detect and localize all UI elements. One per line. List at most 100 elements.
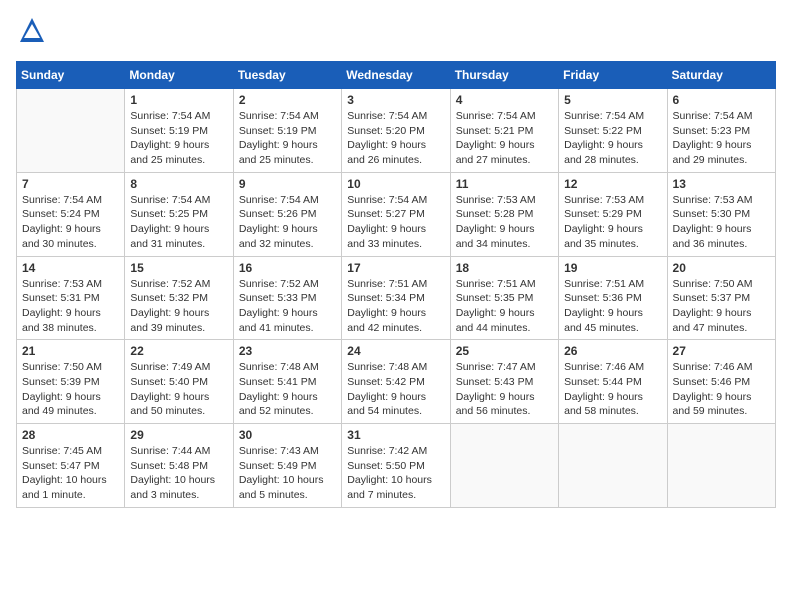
cell-info: Sunrise: 7:52 AMSunset: 5:33 PMDaylight:…	[239, 277, 336, 336]
calendar-cell: 4 Sunrise: 7:54 AMSunset: 5:21 PMDaylight…	[450, 89, 558, 173]
cell-day-number: 30	[239, 428, 336, 442]
calendar-cell: 19 Sunrise: 7:51 AMSunset: 5:36 PMDayligh…	[559, 256, 667, 340]
cell-day-number: 6	[673, 93, 770, 107]
cell-day-number: 12	[564, 177, 661, 191]
cell-day-number: 24	[347, 344, 444, 358]
cell-info: Sunrise: 7:54 AMSunset: 5:20 PMDaylight:…	[347, 109, 444, 168]
day-header-monday: Monday	[125, 62, 233, 89]
logo-icon	[18, 16, 46, 44]
calendar-cell: 30 Sunrise: 7:43 AMSunset: 5:49 PMDayligh…	[233, 424, 341, 508]
calendar-cell	[17, 89, 125, 173]
cell-info: Sunrise: 7:54 AMSunset: 5:27 PMDaylight:…	[347, 193, 444, 252]
logo-text	[16, 16, 46, 49]
cell-info: Sunrise: 7:54 AMSunset: 5:22 PMDaylight:…	[564, 109, 661, 168]
cell-info: Sunrise: 7:47 AMSunset: 5:43 PMDaylight:…	[456, 360, 553, 419]
cell-day-number: 25	[456, 344, 553, 358]
cell-info: Sunrise: 7:52 AMSunset: 5:32 PMDaylight:…	[130, 277, 227, 336]
calendar-cell: 25 Sunrise: 7:47 AMSunset: 5:43 PMDayligh…	[450, 340, 558, 424]
cell-info: Sunrise: 7:51 AMSunset: 5:36 PMDaylight:…	[564, 277, 661, 336]
cell-info: Sunrise: 7:53 AMSunset: 5:31 PMDaylight:…	[22, 277, 119, 336]
cell-day-number: 15	[130, 261, 227, 275]
calendar-cell: 2 Sunrise: 7:54 AMSunset: 5:19 PMDaylight…	[233, 89, 341, 173]
cell-info: Sunrise: 7:54 AMSunset: 5:25 PMDaylight:…	[130, 193, 227, 252]
calendar-cell: 29 Sunrise: 7:44 AMSunset: 5:48 PMDayligh…	[125, 424, 233, 508]
calendar-cell: 7Sunrise: 7:54 AMSunset: 5:24 PMDaylight…	[17, 172, 125, 256]
cell-info: Sunrise: 7:46 AMSunset: 5:46 PMDaylight:…	[673, 360, 770, 419]
cell-info: Sunrise: 7:54 AMSunset: 5:19 PMDaylight:…	[239, 109, 336, 168]
calendar-cell: 13Sunrise: 7:53 AMSunset: 5:30 PMDayligh…	[667, 172, 775, 256]
calendar-cell: 27 Sunrise: 7:46 AMSunset: 5:46 PMDayligh…	[667, 340, 775, 424]
cell-info: Sunrise: 7:51 AMSunset: 5:34 PMDaylight:…	[347, 277, 444, 336]
calendar-cell: 24 Sunrise: 7:48 AMSunset: 5:42 PMDayligh…	[342, 340, 450, 424]
cell-info: Sunrise: 7:49 AMSunset: 5:40 PMDaylight:…	[130, 360, 227, 419]
calendar-cell: 17 Sunrise: 7:51 AMSunset: 5:34 PMDayligh…	[342, 256, 450, 340]
calendar-cell: 28Sunrise: 7:45 AMSunset: 5:47 PMDayligh…	[17, 424, 125, 508]
cell-day-number: 7	[22, 177, 119, 191]
calendar-cell: 18Sunrise: 7:51 AMSunset: 5:35 PMDayligh…	[450, 256, 558, 340]
cell-day-number: 22	[130, 344, 227, 358]
cell-day-number: 20	[673, 261, 770, 275]
calendar-cell: 6 Sunrise: 7:54 AMSunset: 5:23 PMDaylight…	[667, 89, 775, 173]
calendar-cell	[667, 424, 775, 508]
cell-info: Sunrise: 7:54 AMSunset: 5:19 PMDaylight:…	[130, 109, 227, 168]
cell-day-number: 2	[239, 93, 336, 107]
cell-day-number: 19	[564, 261, 661, 275]
cell-info: Sunrise: 7:42 AMSunset: 5:50 PMDaylight:…	[347, 444, 444, 503]
cell-day-number: 23	[239, 344, 336, 358]
calendar-cell: 16Sunrise: 7:52 AMSunset: 5:33 PMDayligh…	[233, 256, 341, 340]
cell-info: Sunrise: 7:53 AMSunset: 5:30 PMDaylight:…	[673, 193, 770, 252]
cell-day-number: 11	[456, 177, 553, 191]
calendar-cell: 20 Sunrise: 7:50 AMSunset: 5:37 PMDayligh…	[667, 256, 775, 340]
day-header-friday: Friday	[559, 62, 667, 89]
calendar-cell: 8 Sunrise: 7:54 AMSunset: 5:25 PMDaylight…	[125, 172, 233, 256]
cell-info: Sunrise: 7:54 AMSunset: 5:23 PMDaylight:…	[673, 109, 770, 168]
cell-info: Sunrise: 7:53 AMSunset: 5:29 PMDaylight:…	[564, 193, 661, 252]
calendar-cell: 21 Sunrise: 7:50 AMSunset: 5:39 PMDayligh…	[17, 340, 125, 424]
cell-day-number: 29	[130, 428, 227, 442]
day-header-tuesday: Tuesday	[233, 62, 341, 89]
cell-info: Sunrise: 7:54 AMSunset: 5:21 PMDaylight:…	[456, 109, 553, 168]
cell-day-number: 3	[347, 93, 444, 107]
calendar-cell: 10Sunrise: 7:54 AMSunset: 5:27 PMDayligh…	[342, 172, 450, 256]
calendar-cell: 31 Sunrise: 7:42 AMSunset: 5:50 PMDayligh…	[342, 424, 450, 508]
cell-day-number: 8	[130, 177, 227, 191]
cell-day-number: 31	[347, 428, 444, 442]
calendar-cell	[450, 424, 558, 508]
cell-day-number: 4	[456, 93, 553, 107]
cell-day-number: 5	[564, 93, 661, 107]
calendar-cell: 3 Sunrise: 7:54 AMSunset: 5:20 PMDaylight…	[342, 89, 450, 173]
cell-info: Sunrise: 7:46 AMSunset: 5:44 PMDaylight:…	[564, 360, 661, 419]
cell-day-number: 17	[347, 261, 444, 275]
cell-day-number: 1	[130, 93, 227, 107]
calendar-cell: 22 Sunrise: 7:49 AMSunset: 5:40 PMDayligh…	[125, 340, 233, 424]
cell-info: Sunrise: 7:51 AMSunset: 5:35 PMDaylight:…	[456, 277, 553, 336]
calendar-cell	[559, 424, 667, 508]
cell-info: Sunrise: 7:48 AMSunset: 5:42 PMDaylight:…	[347, 360, 444, 419]
cell-info: Sunrise: 7:44 AMSunset: 5:48 PMDaylight:…	[130, 444, 227, 503]
week-row-0: 1 Sunrise: 7:54 AMSunset: 5:19 PMDaylight…	[17, 89, 776, 173]
calendar-cell: 14 Sunrise: 7:53 AMSunset: 5:31 PMDayligh…	[17, 256, 125, 340]
cell-info: Sunrise: 7:54 AMSunset: 5:26 PMDaylight:…	[239, 193, 336, 252]
cell-info: Sunrise: 7:50 AMSunset: 5:39 PMDaylight:…	[22, 360, 119, 419]
header	[16, 16, 776, 49]
cell-info: Sunrise: 7:48 AMSunset: 5:41 PMDaylight:…	[239, 360, 336, 419]
calendar-cell: 1 Sunrise: 7:54 AMSunset: 5:19 PMDaylight…	[125, 89, 233, 173]
week-row-1: 7Sunrise: 7:54 AMSunset: 5:24 PMDaylight…	[17, 172, 776, 256]
cell-info: Sunrise: 7:50 AMSunset: 5:37 PMDaylight:…	[673, 277, 770, 336]
cell-day-number: 14	[22, 261, 119, 275]
cell-day-number: 9	[239, 177, 336, 191]
cell-day-number: 27	[673, 344, 770, 358]
cell-day-number: 26	[564, 344, 661, 358]
logo	[16, 16, 46, 49]
week-row-2: 14 Sunrise: 7:53 AMSunset: 5:31 PMDayligh…	[17, 256, 776, 340]
days-header-row: SundayMondayTuesdayWednesdayThursdayFrid…	[17, 62, 776, 89]
calendar-table: SundayMondayTuesdayWednesdayThursdayFrid…	[16, 61, 776, 508]
cell-day-number: 21	[22, 344, 119, 358]
cell-day-number: 28	[22, 428, 119, 442]
calendar-cell: 9 Sunrise: 7:54 AMSunset: 5:26 PMDaylight…	[233, 172, 341, 256]
day-header-saturday: Saturday	[667, 62, 775, 89]
week-row-3: 21 Sunrise: 7:50 AMSunset: 5:39 PMDayligh…	[17, 340, 776, 424]
cell-info: Sunrise: 7:43 AMSunset: 5:49 PMDaylight:…	[239, 444, 336, 503]
day-header-thursday: Thursday	[450, 62, 558, 89]
calendar-cell: 15 Sunrise: 7:52 AMSunset: 5:32 PMDayligh…	[125, 256, 233, 340]
